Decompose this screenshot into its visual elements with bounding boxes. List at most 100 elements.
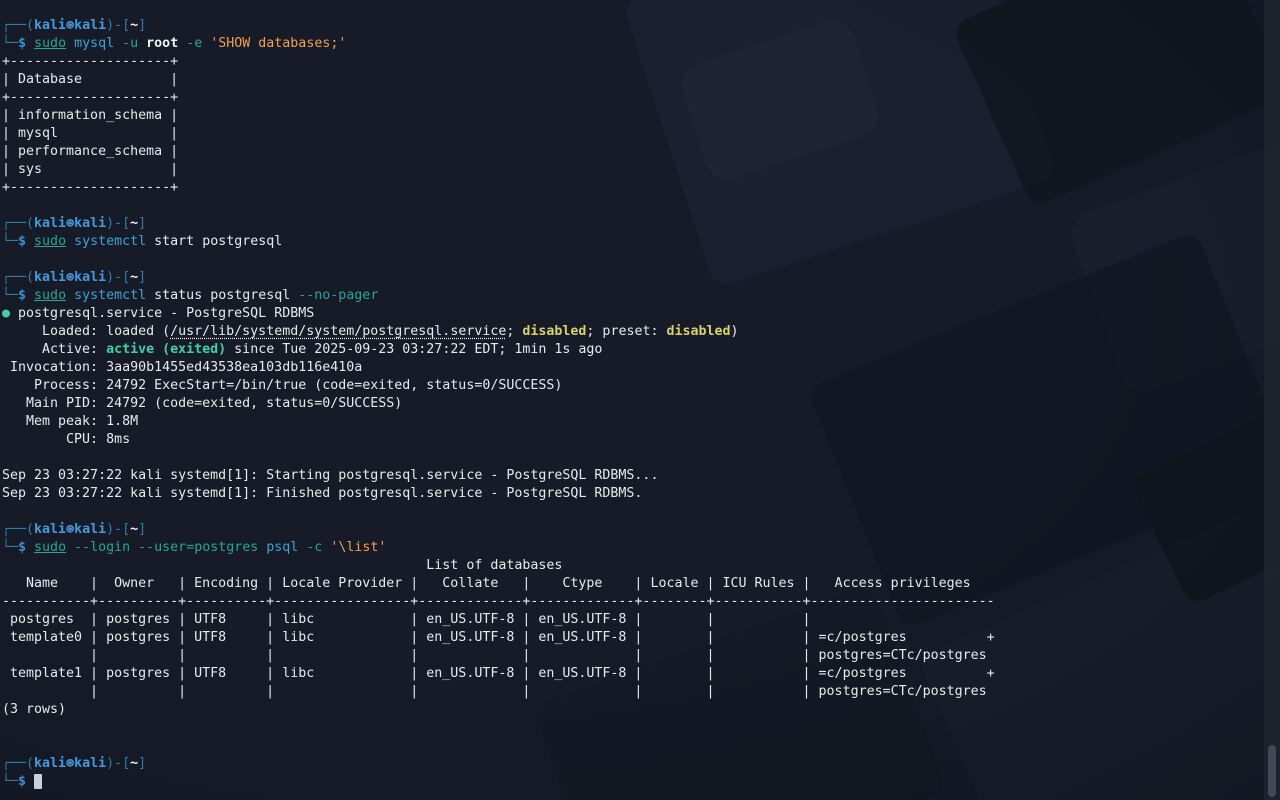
prompt-symbol: ⊛	[66, 270, 74, 285]
psql-table-header: Name | Owner | Encoding | Locale Provide…	[2, 576, 995, 591]
terminal-line: Sep 23 03:27:22 kali systemd[1]: Finishe…	[2, 485, 1266, 503]
prompt-symbol: ⊛	[66, 216, 74, 231]
terminal-text: $	[18, 774, 26, 789]
terminal-line: +--------------------+	[2, 179, 1266, 197]
command-sudo: sudo	[34, 36, 66, 51]
command-systemctl: systemctl	[74, 234, 146, 249]
terminal-text: +--------------------+	[2, 180, 178, 195]
terminal-line	[2, 449, 1266, 467]
terminal-text: ┌──(	[2, 522, 34, 537]
terminal-text	[114, 36, 122, 51]
prompt-hostname: kali	[74, 756, 106, 771]
terminal-line: | sys |	[2, 161, 1266, 179]
terminal-text: └─	[2, 540, 18, 555]
terminal-text: ┌──(	[2, 756, 34, 771]
terminal-text: --login	[74, 540, 130, 555]
terminal-line	[2, 737, 1266, 755]
psql-table-title: List of databases	[2, 558, 562, 573]
terminal-text: ]	[138, 216, 146, 231]
terminal-text: )-[	[106, 756, 130, 771]
terminal-text: --user=postgres	[138, 540, 258, 555]
psql-row-count: (3 rows)	[2, 702, 66, 717]
prompt-cwd: ~	[130, 270, 138, 285]
prompt-username: kali	[34, 756, 66, 771]
terminal-line: -----------+----------+----------+------…	[2, 593, 1266, 611]
terminal-text: ┌──(	[2, 18, 34, 33]
terminal-text: since Tue 2025-09-23 03:27:22 EDT; 1min …	[226, 342, 602, 357]
terminal-text: ]	[138, 18, 146, 33]
command-psql: psql	[266, 540, 298, 555]
terminal-line: | mysql |	[2, 125, 1266, 143]
terminal-text	[26, 234, 34, 249]
terminal-line: | information_schema |	[2, 107, 1266, 125]
terminal-line: Sep 23 03:27:22 kali systemd[1]: Startin…	[2, 467, 1266, 485]
terminal-text: | Database |	[2, 72, 178, 87]
terminal-line: Main PID: 24792 (code=exited, status=0/S…	[2, 395, 1266, 413]
terminal-text: Loaded: loaded (	[2, 324, 170, 339]
terminal-text: ]	[138, 270, 146, 285]
terminal-output[interactable]: ┌──(kali⊛kali)-[~]└─$ sudo mysql -u root…	[0, 0, 1280, 800]
terminal-line: template0 | postgres | UTF8 | libc | en_…	[2, 629, 1266, 647]
terminal-line: ┌──(kali⊛kali)-[~]	[2, 269, 1266, 287]
terminal-text: postgres | postgres | UTF8 | libc | en_U…	[2, 612, 819, 627]
scrollbar-thumb[interactable]	[1268, 745, 1276, 797]
terminal-text: └─	[2, 234, 18, 249]
terminal-line: | | | | | | | | postgres=CTc/postgres	[2, 647, 1266, 665]
terminal-line: ┌──(kali⊛kali)-[~]	[2, 215, 1266, 233]
terminal-text: Sep 23 03:27:22 kali systemd[1]: Finishe…	[2, 486, 642, 501]
command-systemctl: systemctl	[74, 288, 146, 303]
terminal-line	[2, 719, 1266, 737]
terminal-text: )-[	[106, 522, 130, 537]
terminal-line: Process: 24792 ExecStart=/bin/true (code…	[2, 377, 1266, 395]
terminal-text: '\list'	[330, 540, 386, 555]
terminal-line: | | | | | | | | postgres=CTc/postgres	[2, 683, 1266, 701]
command-sudo: sudo	[34, 288, 66, 303]
terminal-line: Name | Owner | Encoding | Locale Provide…	[2, 575, 1266, 593]
terminal-text: | sys |	[2, 162, 178, 177]
terminal-text: Sep 23 03:27:22 kali systemd[1]: Startin…	[2, 468, 658, 483]
scrollbar[interactable]	[1264, 0, 1280, 800]
terminal-line: (3 rows)	[2, 701, 1266, 719]
terminal-text: postgresql.service - PostgreSQL RDBMS	[10, 306, 314, 321]
terminal-text: )-[	[106, 18, 130, 33]
terminal-text: $	[18, 36, 26, 51]
terminal-text	[26, 36, 34, 51]
terminal-line	[2, 251, 1266, 269]
command-mysql: mysql	[74, 36, 114, 51]
terminal-text: root	[146, 36, 178, 51]
terminal-line: ┌──(kali⊛kali)-[~]	[2, 521, 1266, 539]
terminal-text: 'SHOW databases;'	[210, 36, 346, 51]
terminal-text: --no-pager	[298, 288, 378, 303]
terminal-line: ┌──(kali⊛kali)-[~]	[2, 755, 1266, 773]
enabled-state: disabled	[522, 324, 586, 339]
terminal-text	[26, 540, 34, 555]
terminal-text	[26, 288, 34, 303]
prompt-username: kali	[34, 216, 66, 231]
terminal-text: start postgresql	[146, 234, 282, 249]
terminal-text: template1 | postgres | UTF8 | libc | en_…	[2, 666, 995, 681]
terminal-text: ]	[138, 756, 146, 771]
preset-state: disabled	[666, 324, 730, 339]
prompt-hostname: kali	[74, 18, 106, 33]
terminal-text: -----------+----------+----------+------…	[2, 594, 995, 609]
terminal-text: -c	[306, 540, 322, 555]
terminal-text: -e	[186, 36, 202, 51]
terminal-text: ]	[138, 522, 146, 537]
terminal-text: $	[18, 234, 26, 249]
terminal-text	[66, 288, 74, 303]
active-state: active (exited)	[106, 342, 226, 357]
status-dot: ●	[2, 306, 10, 321]
terminal-line: └─$	[2, 773, 1266, 791]
terminal-line	[2, 197, 1266, 215]
terminal-text: | performance_schema |	[2, 144, 178, 159]
prompt-hostname: kali	[74, 216, 106, 231]
terminal-line: | Database |	[2, 71, 1266, 89]
prompt-hostname: kali	[74, 522, 106, 537]
terminal-line: ┌──(kali⊛kali)-[~]	[2, 17, 1266, 35]
terminal-text	[130, 540, 138, 555]
terminal-text	[66, 540, 74, 555]
terminal-text: CPU: 8ms	[2, 432, 130, 447]
prompt-username: kali	[34, 270, 66, 285]
terminal-text: )	[731, 324, 739, 339]
terminal-line: template1 | postgres | UTF8 | libc | en_…	[2, 665, 1266, 683]
